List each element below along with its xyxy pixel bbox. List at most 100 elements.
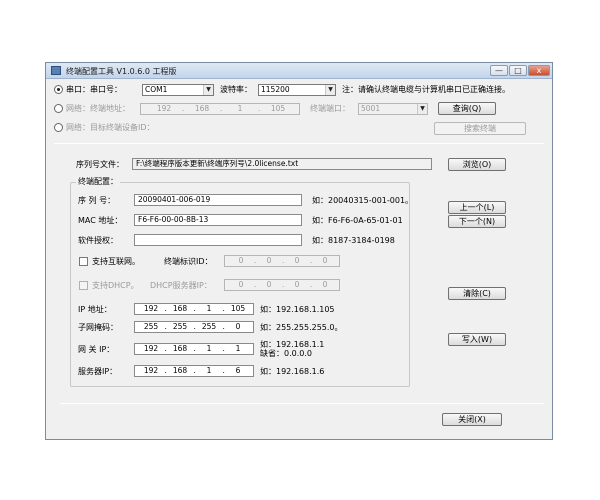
browse-button[interactable]: 浏览(O) <box>448 158 506 171</box>
id-octet: 0 <box>322 256 328 265</box>
ip-separator-dot: . <box>254 256 257 265</box>
ip-separator-dot: . <box>282 280 285 289</box>
close-button[interactable]: 关闭(X) <box>442 413 502 426</box>
ip-octet: 255 <box>143 322 159 331</box>
divider <box>54 143 544 144</box>
id-octet: 0 <box>266 256 272 265</box>
ip-separator-dot: . <box>193 366 196 375</box>
window-title: 终端配置工具 V1.0.6.0 工程版 <box>66 67 177 76</box>
ip-octet: 168 <box>172 304 188 313</box>
config-group-label: 终端配置： <box>76 177 120 187</box>
internet-checkbox[interactable] <box>79 257 88 266</box>
ip-octet: 192 <box>143 344 159 353</box>
ip-octet: 1 <box>206 344 212 353</box>
minimize-button[interactable]: — <box>490 65 508 76</box>
ip-octet: 105 <box>270 104 286 113</box>
ip-separator-dot: . <box>282 256 285 265</box>
baud-rate-value: 115200 <box>261 85 290 94</box>
target-device-radio[interactable] <box>54 123 63 132</box>
com-port-select[interactable]: COM1 ▼ <box>142 84 214 96</box>
ip-separator-dot: . <box>222 344 225 353</box>
terminal-port-select[interactable]: 5001 ▼ <box>358 103 428 115</box>
license-field[interactable] <box>134 234 302 246</box>
ip-octet: 168 <box>172 344 188 353</box>
chevron-down-icon: ▼ <box>203 85 213 95</box>
title-bar: 终端配置工具 V1.0.6.0 工程版 — □ x <box>46 63 552 79</box>
ip-octet: 192 <box>143 304 159 313</box>
id-octet: 0 <box>294 256 300 265</box>
subnet-mask-input[interactable]: 255 255 255 0 ... <box>134 321 254 333</box>
dhcp-server-input[interactable]: 0 0 0 0 ... <box>224 279 340 291</box>
ip-octet: 0 <box>238 280 244 289</box>
dhcp-server-label: DHCP服务器IP： <box>150 281 212 290</box>
ip-separator-dot: . <box>164 344 167 353</box>
gateway-input[interactable]: 192 168 1 1 ... <box>134 343 254 355</box>
serial-note: 注：请确认终端电缆与计算机串口已正确连接。 <box>342 85 510 94</box>
subnet-mask-example: 如：255.255.255.0。 <box>260 323 343 332</box>
ip-octet: 0 <box>235 322 241 331</box>
ip-separator-dot: . <box>193 344 196 353</box>
ip-address-label: IP 地址： <box>78 305 112 314</box>
ip-octet: 192 <box>143 366 159 375</box>
network-radio[interactable] <box>54 104 63 113</box>
serial-file-path: F:\终端程序版本更新\终端序列号\2.0license.txt <box>132 158 432 170</box>
ip-separator-dot: . <box>310 280 313 289</box>
ip-octet: 1 <box>206 304 212 313</box>
close-window-button[interactable]: x <box>528 65 550 76</box>
search-terminal-button[interactable]: 搜索终端 <box>434 122 526 135</box>
baud-rate-select[interactable]: 115200 ▼ <box>258 84 336 96</box>
gateway-default: 缺省：0.0.0.0 <box>260 349 312 358</box>
subnet-mask-label: 子网掩码： <box>78 323 118 332</box>
server-ip-input[interactable]: 192 168 1 6 ... <box>134 365 254 377</box>
ip-separator-dot: . <box>258 104 261 113</box>
ip-separator-dot: . <box>220 104 223 113</box>
server-ip-example: 如：192.168.1.6 <box>260 367 325 376</box>
app-icon <box>51 66 61 75</box>
chevron-down-icon: ▼ <box>325 85 335 95</box>
write-button[interactable]: 写入(W) <box>448 333 506 346</box>
internet-label: 支持互联网。 <box>92 257 140 266</box>
com-port-value: COM1 <box>145 85 168 94</box>
clear-button[interactable]: 清除(C) <box>448 287 506 300</box>
prev-button[interactable]: 上一个(L) <box>448 201 506 214</box>
serial-number-field[interactable]: 20090401-006-019 <box>134 194 302 206</box>
ip-octet: 0 <box>322 280 328 289</box>
terminal-id-input[interactable]: 0 0 0 0 ... <box>224 255 340 267</box>
baud-label: 波特率： <box>220 85 252 94</box>
terminal-port-value: 5001 <box>361 104 381 113</box>
ip-separator-dot: . <box>164 322 167 331</box>
serial-number-example: 如：20040315-001-001。 <box>312 196 414 205</box>
ip-separator-dot: . <box>254 280 257 289</box>
serial-file-label: 序列号文件： <box>76 160 124 169</box>
ip-separator-dot: . <box>193 322 196 331</box>
ip-octet: 0 <box>266 280 272 289</box>
dhcp-label: 支持DHCP。 <box>92 281 139 290</box>
ip-separator-dot: . <box>182 104 185 113</box>
ip-separator-dot: . <box>193 304 196 313</box>
serial-number-label: 序 列 号： <box>78 196 116 205</box>
terminal-address-input[interactable]: 192 168 1 105 ... <box>140 103 300 115</box>
ip-separator-dot: . <box>222 304 225 313</box>
license-example: 如：8187-3184-0198 <box>312 236 395 245</box>
query-button[interactable]: 查询(Q) <box>438 102 496 115</box>
ip-octet: 192 <box>156 104 172 113</box>
next-button[interactable]: 下一个(N) <box>448 215 506 228</box>
ip-separator-dot: . <box>164 366 167 375</box>
id-octet: 0 <box>238 256 244 265</box>
maximize-icon: □ <box>514 66 522 75</box>
ip-octet: 1 <box>237 104 243 113</box>
main-window: 终端配置工具 V1.0.6.0 工程版 — □ x 串口：串口号： COM1 ▼… <box>45 62 553 440</box>
ip-octet: 105 <box>230 304 246 313</box>
ip-address-example: 如：192.168.1.105 <box>260 305 335 314</box>
target-device-radio-label: 网络：目标终端设备ID： <box>66 123 155 132</box>
serial-radio[interactable] <box>54 85 63 94</box>
terminal-id-label: 终端标识ID： <box>164 257 213 266</box>
ip-address-input[interactable]: 192 168 1 105 ... <box>134 303 254 315</box>
maximize-button[interactable]: □ <box>509 65 527 76</box>
ip-octet: 0 <box>294 280 300 289</box>
close-icon: x <box>536 66 542 75</box>
mac-field[interactable]: F6-F6-00-00-8B-13 <box>134 214 302 226</box>
dhcp-checkbox[interactable] <box>79 281 88 290</box>
gateway-label: 网 关 IP： <box>78 345 115 354</box>
mac-example: 如：F6-F6-0A-65-01-01 <box>312 216 403 225</box>
